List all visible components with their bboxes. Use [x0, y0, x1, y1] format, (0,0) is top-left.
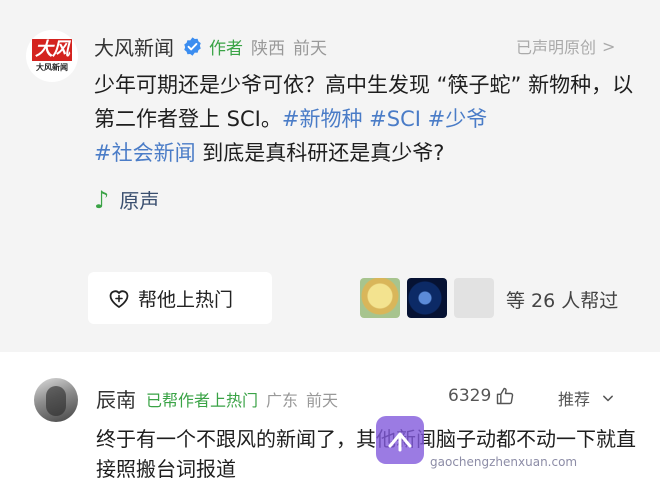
post-header: 大风新闻 作者 陕西 前天 [94, 30, 327, 62]
post-location: 陕西 [251, 38, 285, 59]
hashtag-social-news[interactable]: #社会新闻 [94, 141, 196, 165]
content-text-tail: 到底是真科研还是真少爷? [195, 141, 445, 165]
logo-subtitle: 大风新闻 [36, 63, 68, 72]
boost-hot-button[interactable]: 帮他上热门 [88, 272, 272, 324]
helper-avatar [454, 278, 494, 318]
watermark-glyph [388, 432, 412, 452]
author-avatar[interactable]: 大风 大风新闻 [26, 30, 78, 82]
thumbs-up-icon [497, 387, 514, 405]
logo-mark: 大风 [32, 39, 72, 61]
helper-count[interactable]: 等 26 人帮过 [506, 286, 618, 313]
hashtag-sci[interactable]: #SCI [369, 107, 421, 131]
post-content: 少年可期还是少爷可依？高中生发现 “筷子蛇” 新物种，以第二作者登上 SCI。#… [94, 68, 639, 170]
comment-header: 辰南 已帮作者上热门 广东 前天 [96, 384, 338, 413]
boost-hot-label: 帮他上热门 [138, 288, 234, 311]
chevron-right-icon: > [602, 36, 616, 56]
chevron-down-icon [603, 395, 613, 402]
like-button[interactable]: 6329 [448, 386, 515, 406]
content-text: 少年可期还是少爷可依？高中生发现 “筷子蛇” 新物种，以第二作者登上 SCI。 [94, 73, 634, 131]
like-count: 6329 [448, 386, 492, 406]
post-card: 大风 大风新闻 大风新闻 作者 陕西 前天 已声明原创 > 少年可期还是少爷可依… [0, 0, 660, 352]
commenter-avatar[interactable] [34, 378, 78, 422]
verified-badge-icon [184, 36, 201, 56]
hashtag-new-species[interactable]: #新物种 [282, 107, 363, 131]
commenter-name[interactable]: 辰南 [96, 384, 136, 413]
hashtag-young-master[interactable]: #少爷 [428, 107, 488, 131]
comment-text: 终于有一个不跟风的新闻了，其他新闻脑子动都不动一下就直接照搬台词报道 [96, 427, 636, 481]
heart-plus-icon [109, 290, 129, 308]
recommend-label: 推荐 [558, 390, 591, 409]
music-note-icon: ♪ [94, 185, 110, 214]
watermark-logo-icon [376, 416, 424, 464]
author-name[interactable]: 大风新闻 [94, 32, 174, 61]
original-sound[interactable]: ♪ 原声 [94, 185, 159, 214]
comment-item: 辰南 已帮作者上热门 广东 前天 6329 推荐 终于有一个不跟风的新闻了，其他… [0, 352, 660, 502]
recommend-dropdown[interactable]: 推荐 [558, 386, 618, 410]
comment-location: 广东 [266, 390, 299, 410]
helper-avatar [407, 278, 447, 318]
author-tag: 作者 [209, 38, 243, 59]
boost-badge: 已帮作者上热门 [146, 390, 259, 410]
original-declaration[interactable]: 已声明原创 > [516, 34, 615, 58]
comment-time: 前天 [306, 390, 339, 410]
helper-avatars[interactable] [360, 278, 494, 318]
original-label: 已声明原创 [516, 38, 597, 57]
post-time: 前天 [293, 38, 327, 59]
watermark-text: gaochengzhenxuan.com [430, 455, 578, 469]
helper-avatar [360, 278, 400, 318]
sound-label: 原声 [119, 189, 160, 213]
